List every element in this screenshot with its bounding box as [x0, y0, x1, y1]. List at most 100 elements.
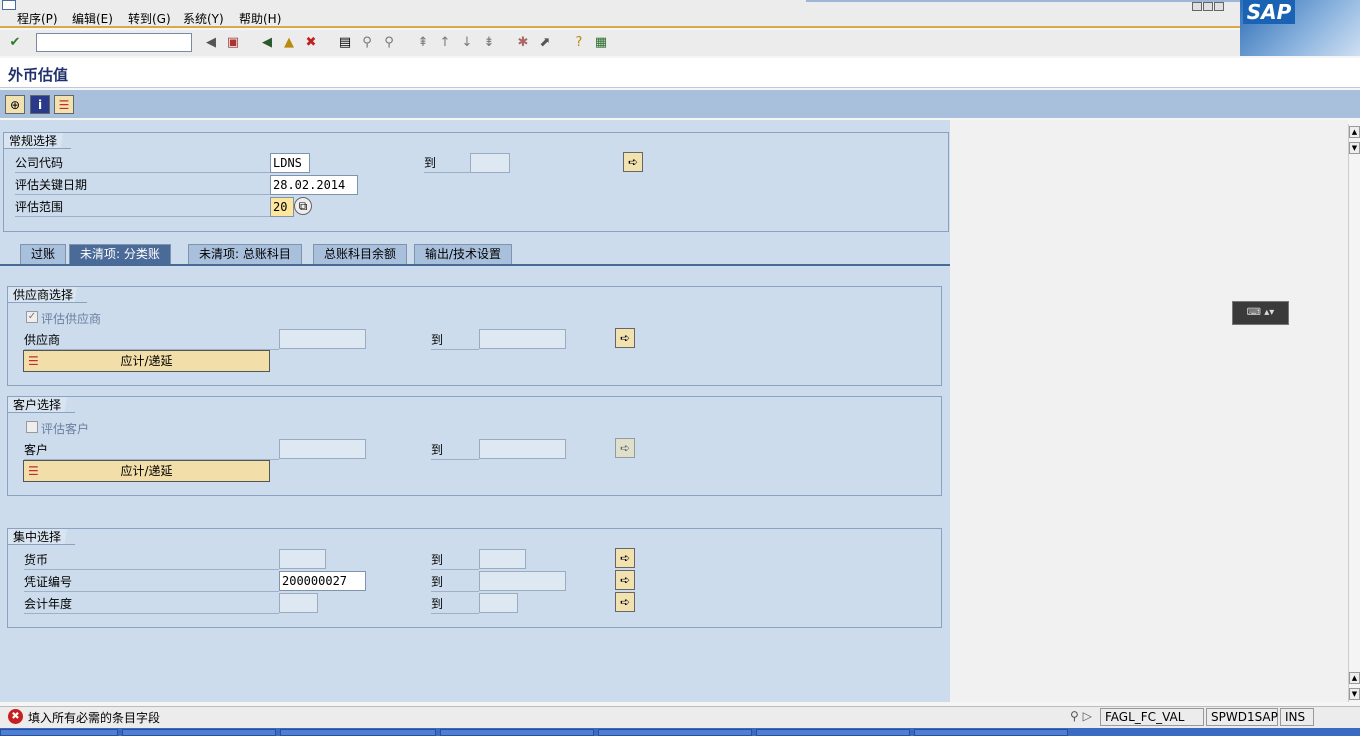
print-icon[interactable]: ▤ — [336, 33, 354, 51]
fiscal-year-to-label: 到 — [431, 594, 479, 614]
menu-goto[interactable]: 转到(G) — [128, 10, 171, 27]
menu-system[interactable]: 系统(Y) — [183, 10, 224, 27]
empty-area — [950, 120, 1348, 702]
tab-strip-line — [0, 264, 950, 266]
minimize-icon[interactable] — [1192, 2, 1202, 11]
menu-help[interactable]: 帮助(H) — [239, 10, 281, 27]
customer-to-input[interactable] — [479, 439, 566, 459]
close-icon[interactable] — [1214, 2, 1224, 11]
status-toggle-icon[interactable]: ⚲ ▷ — [1070, 709, 1092, 723]
keyboard-overlay-icon[interactable]: ⌨ ▴▾ — [1232, 301, 1289, 325]
fiscal-year-multiple-arrow-icon[interactable]: ➪ — [615, 592, 635, 612]
company-code-input[interactable]: LDNS — [270, 153, 310, 173]
valuation-area-label: 评估范围 — [15, 197, 270, 217]
enter-icon[interactable]: ✔ — [6, 33, 24, 51]
taskbar-item[interactable] — [122, 729, 276, 736]
tab-posting[interactable]: 过账 — [20, 244, 67, 264]
tab-open-items-gl[interactable]: 未清项: 总账科目 — [188, 244, 302, 264]
cancel-icon[interactable]: ✖ — [302, 33, 320, 51]
search-help-icon[interactable]: ⧉ — [294, 197, 312, 215]
company-code-to-input[interactable] — [470, 153, 510, 173]
taskbar-item[interactable] — [280, 729, 436, 736]
scroll-up-icon[interactable]: ▲ — [1349, 126, 1360, 138]
vendor-multiple-arrow-icon[interactable]: ➪ — [615, 328, 635, 348]
document-multiple-arrow-icon[interactable]: ➪ — [615, 570, 635, 590]
help-icon[interactable]: ? — [570, 33, 588, 51]
fiscal-year-from-input[interactable] — [279, 593, 318, 613]
restore-icon[interactable] — [1203, 2, 1213, 11]
vendor-from-input[interactable] — [279, 329, 366, 349]
command-field[interactable] — [36, 33, 192, 52]
status-message[interactable]: 填入所有必需的条目字段 — [28, 709, 160, 726]
menu-edit[interactable]: 编辑(E) — [72, 10, 113, 27]
currency-multiple-arrow-icon[interactable]: ➪ — [615, 548, 635, 568]
general-selection-title: 常规选择 — [4, 133, 72, 149]
currency-label: 货币 — [24, 550, 279, 570]
previous-page-icon[interactable]: ↑ — [436, 33, 454, 51]
multiple-selection-arrow-icon[interactable]: ➪ — [623, 152, 643, 172]
customer-label: 客户 — [24, 440, 279, 460]
transaction-code: FAGL_FC_VAL — [1100, 708, 1204, 726]
next-page-icon[interactable]: ↓ — [458, 33, 476, 51]
customer-selection-title: 客户选择 — [8, 397, 76, 413]
tab-open-items-ledger[interactable]: 未清项: 分类账 — [69, 244, 171, 264]
taskbar-item[interactable] — [914, 729, 1068, 736]
fiscal-year-to-input[interactable] — [479, 593, 518, 613]
customer-from-input[interactable] — [279, 439, 366, 459]
exit-icon[interactable]: ▲ — [280, 33, 298, 51]
sap-logo: SAP — [1243, 0, 1295, 24]
variant-icon[interactable]: ☰ — [54, 95, 74, 114]
vertical-scrollbar[interactable] — [1348, 124, 1360, 702]
last-page-icon[interactable]: ⇟ — [480, 33, 498, 51]
top-divider — [806, 0, 1240, 2]
scroll-up-bottom-icon[interactable]: ▲ — [1349, 672, 1360, 684]
save-icon[interactable]: ▣ — [224, 33, 242, 51]
tab-output-settings[interactable]: 输出/技术设置 — [414, 244, 513, 264]
evaluate-vendor-label: 评估供应商 — [41, 312, 102, 326]
currency-from-input[interactable] — [279, 549, 326, 569]
menu-program[interactable]: 程序(P) — [17, 10, 58, 27]
application-toolbar — [0, 90, 1360, 118]
new-session-icon[interactable]: ✱ — [514, 33, 532, 51]
layout-icon[interactable]: ▦ — [592, 33, 610, 51]
menu-bar: 程序(P) 编辑(E) 转到(G) 系统(Y) 帮助(H) — [0, 0, 1360, 28]
execute-icon[interactable]: ⊕ — [5, 95, 25, 114]
find-next-icon[interactable]: ⚲ — [380, 33, 398, 51]
key-date-input[interactable]: 28.02.2014 — [270, 175, 358, 195]
currency-to-label: 到 — [431, 550, 479, 570]
customer-multiple-arrow-icon[interactable]: ➪ — [615, 438, 635, 458]
vendor-accrual-label: 应计/递延 — [120, 354, 173, 368]
currency-to-input[interactable] — [479, 549, 526, 569]
scroll-down-bottom-icon[interactable]: ▼ — [1349, 688, 1360, 700]
document-number-to-input[interactable] — [479, 571, 566, 591]
taskbar-item[interactable] — [598, 729, 752, 736]
document-number-from-input[interactable]: 200000027 — [279, 571, 366, 591]
company-code-to-label: 到 — [424, 153, 470, 173]
first-page-icon[interactable]: ⇞ — [414, 33, 432, 51]
evaluate-customer-label: 评估客户 — [41, 422, 90, 436]
valuation-area-input[interactable]: 20 — [270, 197, 294, 217]
evaluate-vendor-checkbox[interactable]: ✓ — [26, 311, 38, 323]
evaluate-customer-checkbox[interactable] — [26, 421, 38, 433]
scroll-down-icon[interactable]: ▼ — [1349, 142, 1360, 154]
customer-accrual-label: 应计/递延 — [120, 464, 173, 478]
taskbar-start[interactable] — [0, 729, 118, 736]
dropdown-icon[interactable]: ◀ — [202, 33, 220, 51]
vendor-label: 供应商 — [24, 330, 279, 350]
central-selection-title: 集中选择 — [8, 529, 76, 545]
taskbar-item[interactable] — [756, 729, 910, 736]
vendor-selection-title: 供应商选择 — [8, 287, 88, 303]
info-icon[interactable]: i — [30, 95, 50, 114]
vendor-to-input[interactable] — [479, 329, 566, 349]
system-name: SPWD1SAP — [1206, 708, 1278, 726]
vendor-accrual-button[interactable]: ☰ 应计/递延 — [23, 350, 270, 372]
find-icon[interactable]: ⚲ — [358, 33, 376, 51]
taskbar-item[interactable] — [440, 729, 594, 736]
back-icon[interactable]: ◀ — [258, 33, 276, 51]
insert-mode: INS — [1280, 708, 1314, 726]
tab-gl-balances[interactable]: 总账科目余额 — [313, 244, 408, 264]
shortcut-icon[interactable]: ⬈ — [536, 33, 554, 51]
customer-accrual-button[interactable]: ☰ 应计/递延 — [23, 460, 270, 482]
customer-to-label: 到 — [431, 440, 479, 460]
system-icon[interactable] — [2, 0, 16, 10]
